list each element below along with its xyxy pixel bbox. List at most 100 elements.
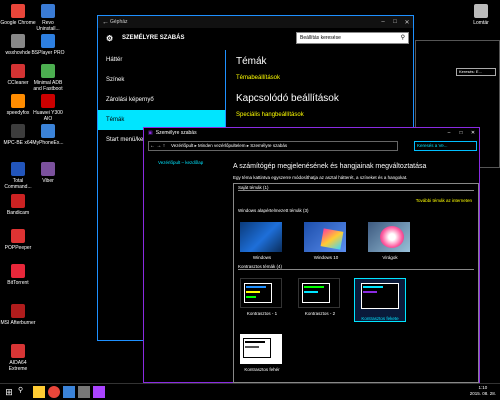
theme-windows-10[interactable] — [304, 222, 346, 252]
personalization-title: Személyre szabás — [155, 130, 197, 136]
desktop-icon-label: BSPlayer PRO — [31, 50, 65, 56]
desktop-icon-label: BitTorrent — [7, 280, 29, 286]
search-icon[interactable]: ⚲ — [18, 386, 30, 398]
settings-header: SZEMÉLYRE SZABÁS — [122, 35, 185, 41]
app-icon — [11, 194, 25, 208]
address-bar[interactable]: Vezérlőpult ▸ Minden vezérlőpultelem ▸ S… — [148, 141, 398, 151]
theme-contrast-white[interactable] — [240, 334, 282, 364]
settings-nav-item[interactable]: Zárolási képernyő — [98, 90, 225, 110]
control-panel-icon[interactable] — [93, 386, 105, 398]
desktop-icon[interactable]: Minimal ADB and Fastboot — [30, 64, 66, 92]
personalization-window[interactable]: ▣ Személyre szabás – □ ✕ ← → ↑ Vezérlőpu… — [143, 127, 480, 383]
desktop-icon[interactable]: Viber — [30, 162, 66, 184]
desktop-icon[interactable]: BSPlayer PRO — [30, 34, 66, 56]
theme-list[interactable]: Saját témák (1) További témák az interne… — [233, 183, 479, 383]
app-icon — [11, 124, 25, 138]
app-icon — [41, 34, 55, 48]
divider — [238, 269, 474, 270]
app-icon — [11, 162, 25, 176]
desktop-icon[interactable]: BitTorrent — [0, 264, 36, 286]
settings-content: Témák Témabeállítások Kapcsolódó beállít… — [236, 56, 339, 130]
theme-windows[interactable] — [240, 222, 282, 252]
personalization-main-title: A számítógép megjelenésének és hangjaina… — [233, 163, 427, 170]
app-icon — [11, 94, 25, 108]
desktop-icon-label: Lomtár — [473, 20, 489, 26]
desktop-icon-label: Revo Uninstall... — [36, 20, 60, 32]
gear-icon: ⚙ — [106, 33, 114, 43]
app-icon — [41, 124, 55, 138]
theme-contrast-white-label: Kontrasztos fehér — [244, 367, 280, 372]
search-icon[interactable]: ⚲ — [401, 33, 405, 43]
theme-flowers[interactable] — [368, 222, 410, 252]
desktop-icon[interactable]: POPPeeper — [0, 229, 36, 251]
more-themes-link[interactable]: További témák az interneten — [416, 198, 472, 203]
close-icon[interactable]: ✕ — [401, 19, 413, 26]
desktop: Google Chrome Revo Uninstall... wsxhovhde B… — [0, 0, 500, 383]
desktop-icon[interactable]: AIDA64 Extreme — [0, 344, 36, 372]
app-icon — [11, 344, 25, 358]
theme-settings-link[interactable]: Témabeállítások — [236, 75, 339, 81]
maximize-icon[interactable]: □ — [389, 19, 401, 26]
app-icon — [41, 162, 55, 176]
desktop-icon-label: Bandicam — [6, 210, 30, 216]
app-icon — [11, 34, 25, 48]
settings-nav-item[interactable]: Színek — [98, 70, 225, 90]
desktop-icon[interactable]: MSI Afterburner — [0, 304, 36, 326]
control-panel-search[interactable]: Keresés a Ve... — [414, 141, 477, 151]
desktop-icon-label: AIDA64 Extreme — [8, 360, 28, 372]
chrome-icon[interactable] — [48, 386, 60, 398]
start-button[interactable]: ⊞ — [3, 386, 15, 398]
window-icon: ▣ — [148, 130, 153, 136]
settings-titlebar[interactable]: ← Gépház – □ ✕ — [98, 16, 413, 28]
settings-search-input[interactable]: Beállítás keresése ⚲ — [296, 32, 409, 44]
desktop-icon-label: Huawei Y300 AIO — [33, 110, 63, 122]
theme-windows-10-label: Windows 10 — [313, 255, 339, 260]
app-icon — [11, 229, 25, 243]
theme-contrast-1[interactable] — [240, 278, 282, 308]
themes-heading: Témák — [236, 56, 267, 67]
desktop-icon-label: POPPeeper — [4, 245, 32, 251]
file-explorer-icon[interactable] — [33, 386, 45, 398]
system-clock[interactable]: 1:10 2015. 08. 28. — [470, 385, 496, 397]
settings-nav-item[interactable]: Háttér — [98, 50, 225, 70]
personalization-description: Egy téma kattintva egyszerre módosíthatj… — [233, 175, 408, 180]
desktop-icon[interactable]: Huawei Y300 AIO — [30, 94, 66, 122]
app-icon — [41, 94, 55, 108]
desktop-icon[interactable]: Revo Uninstall... — [30, 4, 66, 32]
app-icon — [11, 4, 25, 18]
desktop-icon[interactable]: MyPhoneEx... — [30, 124, 66, 146]
theme-contrast-2-label: Kontrasztos - 2 — [304, 311, 336, 316]
divider — [238, 190, 474, 191]
taskbar: ⊞ ⚲ 1:10 2015. 08. 28. — [0, 383, 500, 400]
app-icon — [474, 4, 488, 18]
desktop-icon-label: Minimal ADB and Fastboot — [33, 80, 63, 92]
app-icon — [11, 304, 25, 318]
theme-contrast-1-label: Kontrasztos - 1 — [246, 311, 278, 316]
theme-windows-label: Windows — [252, 255, 272, 260]
close-icon[interactable]: ✕ — [467, 130, 479, 136]
desktop-icon[interactable]: Bandicam — [0, 194, 36, 216]
theme-contrast-black-label: Kontrasztos fekete — [361, 316, 399, 321]
background-search-input[interactable]: Keresés: E... — [456, 68, 496, 76]
settings-title: Gépház — [110, 19, 128, 25]
clock-date: 2015. 08. 28. — [469, 391, 496, 396]
related-settings-heading: Kapcsolódó beállítások — [236, 93, 339, 104]
minimize-icon[interactable]: – — [377, 19, 389, 26]
theme-contrast-2[interactable] — [298, 278, 340, 308]
minimize-icon[interactable]: – — [443, 130, 455, 136]
settings-icon[interactable] — [78, 386, 90, 398]
app-icon[interactable] — [63, 386, 75, 398]
app-icon — [11, 64, 25, 78]
app-icon — [41, 64, 55, 78]
advanced-sound-settings-link[interactable]: Speciális hangbeállítások — [236, 112, 339, 118]
desktop-icon-label: MyPhoneEx... — [32, 140, 64, 146]
default-themes-label: Windows alapértelmezett témák (3) — [238, 208, 309, 213]
desktop-icon[interactable]: Lomtár — [463, 4, 499, 26]
desktop-icon-label: MSI Afterburner — [0, 320, 36, 326]
desktop-icon-label: Viber — [42, 178, 54, 184]
back-arrow-icon[interactable]: ← — [102, 19, 110, 26]
app-icon — [41, 4, 55, 18]
control-panel-home-link[interactable]: Vezérlőpult – kezdőlap — [158, 160, 203, 165]
maximize-icon[interactable]: □ — [455, 130, 467, 136]
personalization-titlebar[interactable]: ▣ Személyre szabás – □ ✕ — [144, 128, 479, 138]
